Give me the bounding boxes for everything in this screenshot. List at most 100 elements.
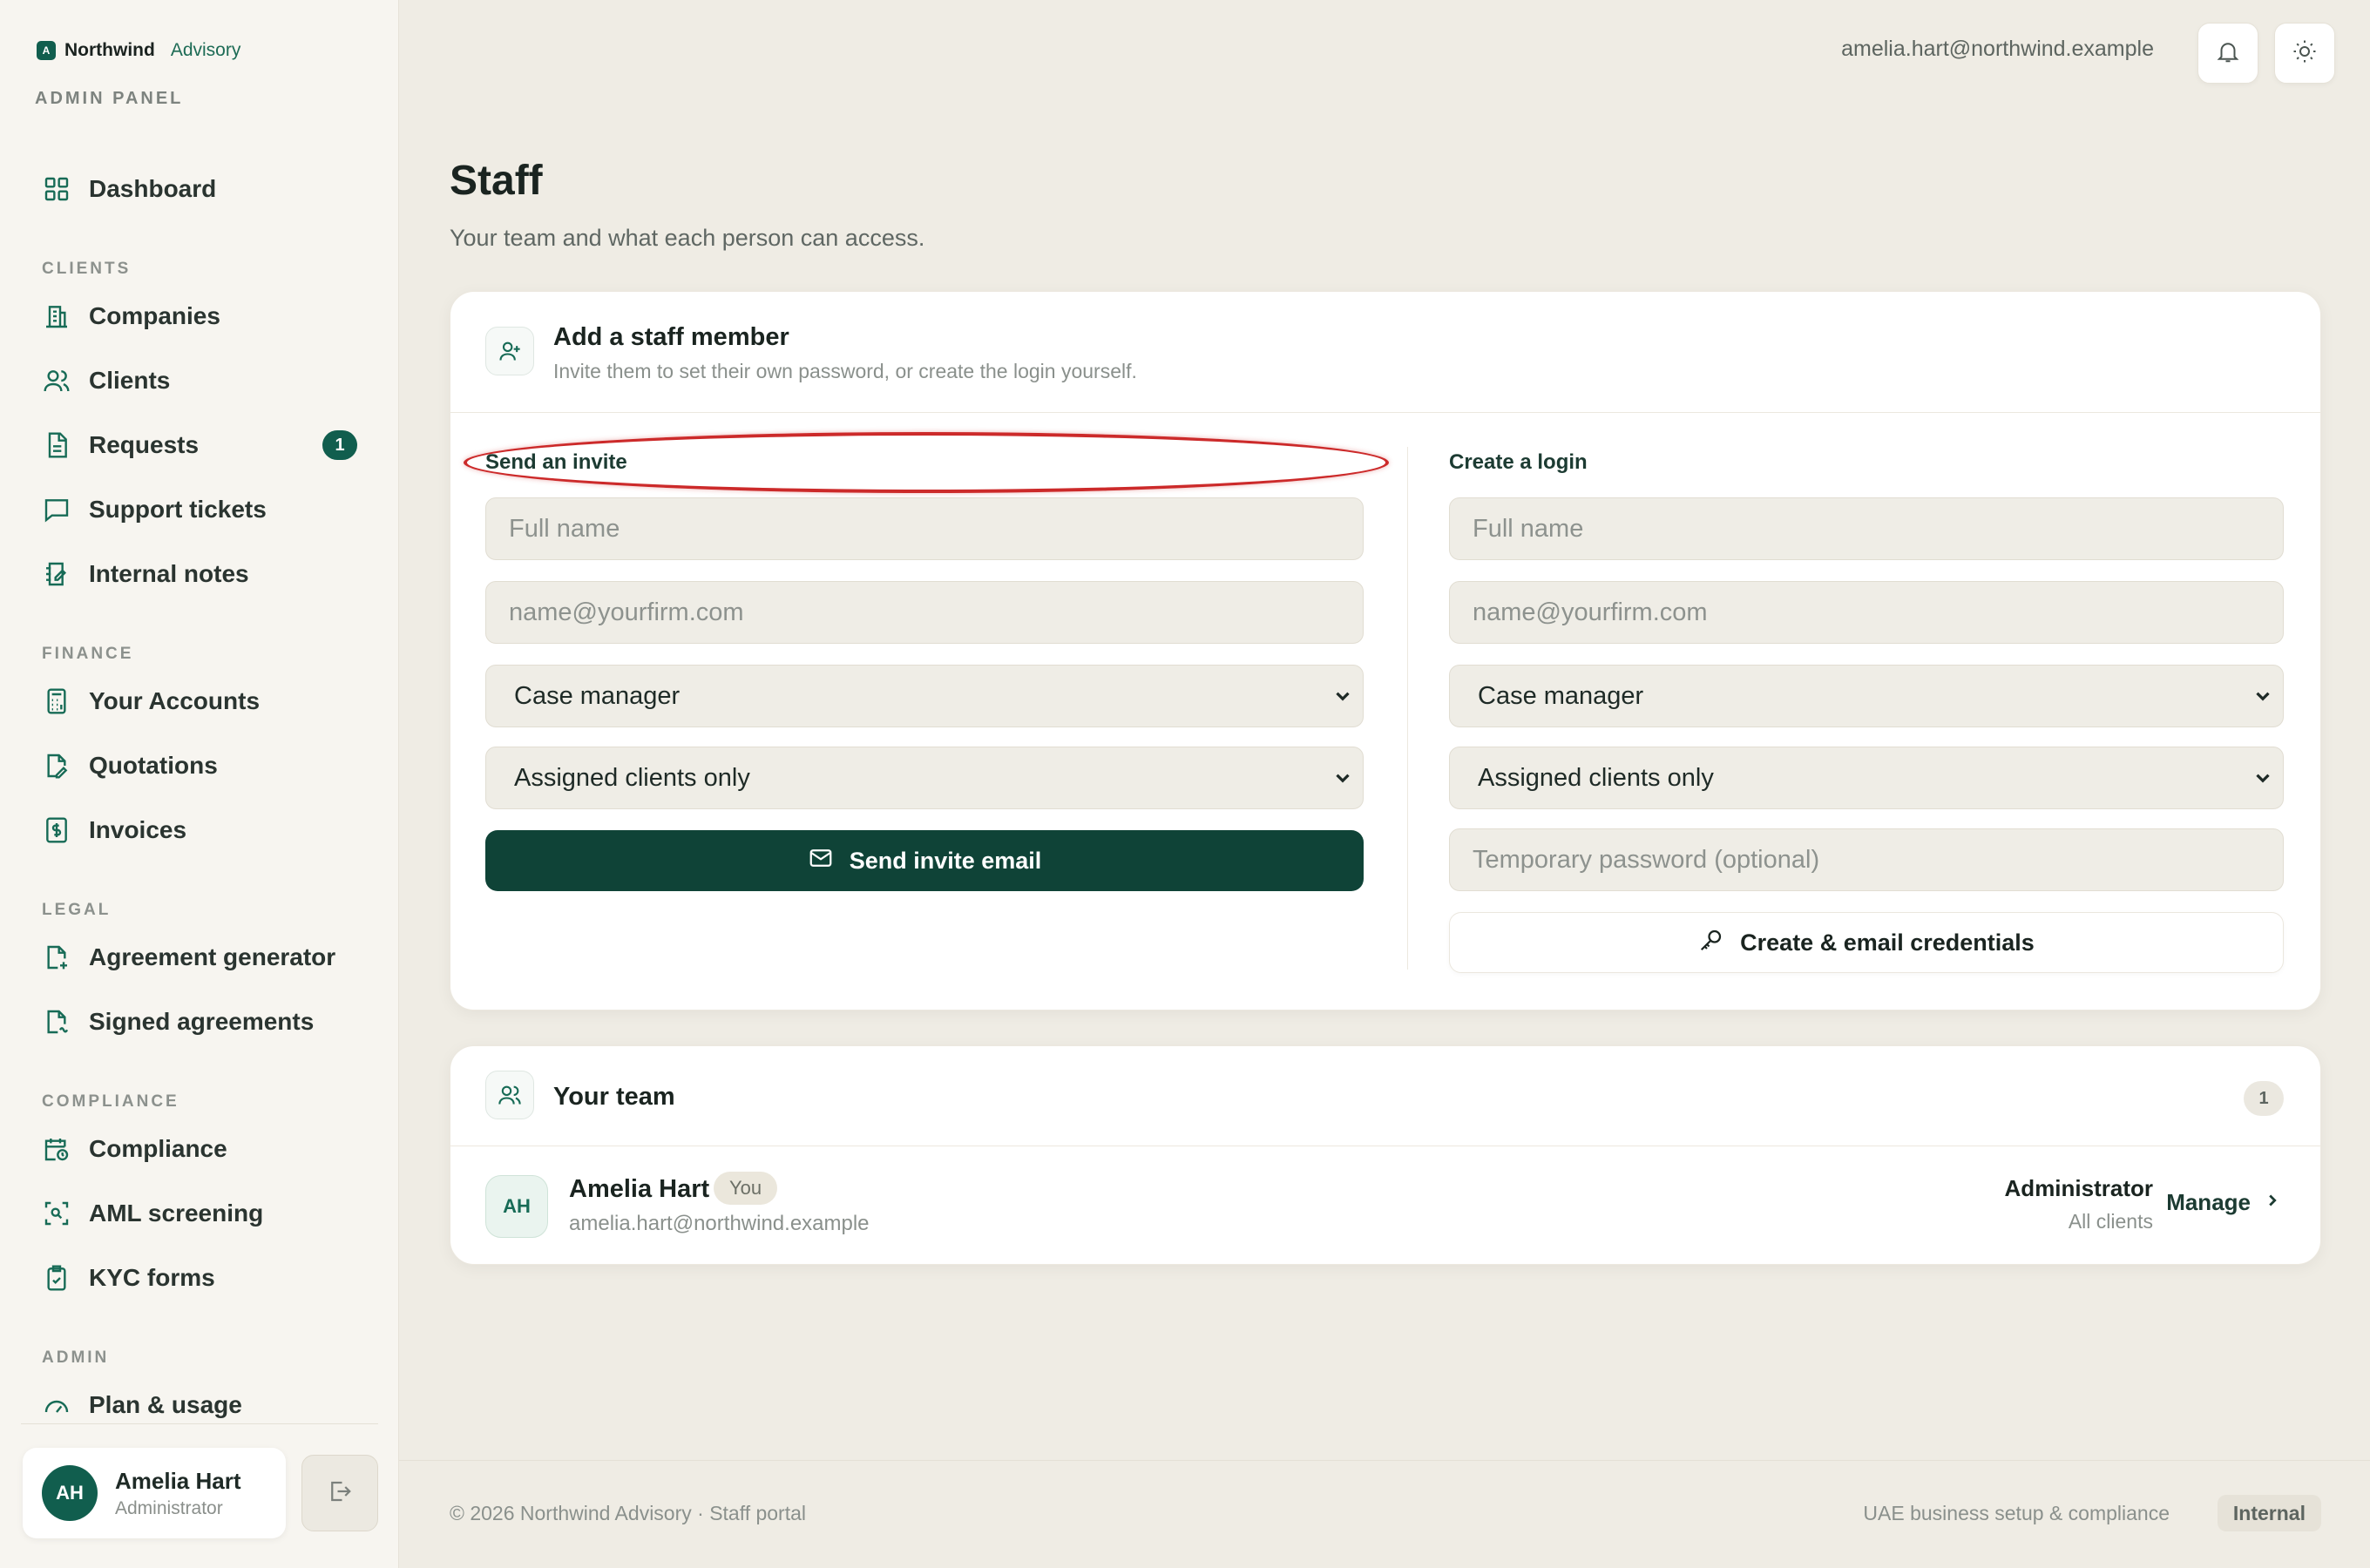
create-full-name-input[interactable] [1449,497,2284,560]
invite-email-input[interactable] [485,581,1364,644]
select-value: Case manager [514,681,681,710]
send-invite-label: Send invite email [849,847,1042,874]
sidebar-item-clients[interactable]: Clients [0,348,399,413]
footer-internal-badge: Internal [2217,1495,2321,1531]
nav-section-finance: FINANCE [42,645,134,663]
sidebar-item-signed-agreements[interactable]: Signed agreements [0,990,399,1054]
sidebar-item-companies[interactable]: Companies [0,284,399,348]
member-name: Amelia Hart [569,1175,710,1203]
invite-full-name-input[interactable] [485,497,1364,560]
select-value: Case manager [1478,681,1644,710]
send-invite-button[interactable]: Send invite email [485,830,1364,891]
sidebar-item-kyc-forms[interactable]: KYC forms [0,1246,399,1310]
you-badge: You [714,1172,778,1205]
logout-icon [327,1478,353,1509]
invite-access-select[interactable]: Assigned clients only [485,747,1364,809]
sidebar-item-dashboard[interactable]: Dashboard [0,157,399,221]
sidebar-item-agreement-generator[interactable]: Agreement generator [0,925,399,990]
sidebar-item-label: Clients [89,367,171,394]
notifications-button[interactable] [2197,23,2258,84]
sidebar: A Northwind Advisory ADMIN PANEL Dashboa… [0,0,399,1568]
gauge-icon [42,1390,71,1420]
sun-icon [2292,38,2318,69]
sidebar-item-label: Invoices [89,816,187,843]
brand-name: Northwind [64,40,155,60]
footer-divider [399,1460,2370,1461]
current-user-card[interactable]: AH Amelia Hart Administrator [23,1448,286,1538]
sidebar-item-invoices[interactable]: Invoices [0,798,399,862]
sidebar-item-label: Requests [89,431,200,458]
sidebar-item-support-tickets[interactable]: Support tickets [0,477,399,542]
scan-icon [42,1199,71,1228]
file-edit-icon [42,751,71,781]
add-staff-title: Add a staff member [553,323,789,351]
signed-in-email: amelia.hart@northwind.example [1841,37,2154,61]
page-subtitle: Your team and what each person can acces… [450,225,925,251]
card-divider [450,412,2320,413]
add-staff-card: Add a staff member Invite them to set th… [450,291,2321,1010]
file-signed-icon [42,1007,71,1037]
select-value: Assigned clients only [514,763,750,792]
users-icon [42,366,71,395]
avatar: AH [485,1175,548,1238]
sidebar-item-label: Internal notes [89,560,249,587]
bell-icon [2215,38,2241,69]
invite-role-select[interactable]: Case manager [485,665,1364,727]
temporary-password-input[interactable] [1449,828,2284,891]
create-access-select[interactable]: Assigned clients only [1449,747,2284,809]
logout-button[interactable] [301,1455,378,1531]
nav-section-admin: ADMIN [42,1348,110,1367]
sidebar-item-label: Your Accounts [89,687,261,714]
chevron-down-icon [1331,767,1354,789]
team-card: Your team 1 AH Amelia Hart You amelia.ha… [450,1045,2321,1265]
create-email-input[interactable] [1449,581,2284,644]
select-value: Assigned clients only [1478,763,1714,792]
sidebar-item-plan-usage[interactable]: Plan & usage [0,1373,399,1437]
avatar: AH [42,1465,98,1521]
sidebar-item-label: Signed agreements [89,1008,315,1035]
manage-label: Manage [2166,1189,2251,1215]
requests-count-badge: 1 [322,430,357,460]
column-divider [1407,447,1408,970]
sidebar-divider [21,1423,378,1424]
sidebar-nav: Dashboard CLIENTS Companies Clients Requ… [0,157,399,1437]
theme-toggle-button[interactable] [2274,23,2335,84]
sidebar-item-label: AML screening [89,1200,264,1227]
page-title: Staff [450,158,543,204]
manage-member-link[interactable]: Manage [2166,1189,2282,1216]
users-icon [485,1071,534,1119]
brand[interactable]: A Northwind Advisory [37,40,240,61]
chat-icon [42,495,71,524]
create-login-heading: Create a login [1449,450,1588,474]
nav-section-legal: LEGAL [42,901,112,919]
sidebar-item-label: Plan & usage [89,1391,242,1418]
sidebar-item-label: KYC forms [89,1264,215,1291]
sidebar-item-quotations[interactable]: Quotations [0,733,399,798]
send-invite-heading: Send an invite [485,450,627,474]
create-credentials-button[interactable]: Create & email credentials [1449,912,2284,973]
building-icon [42,301,71,331]
footer-tagline: UAE business setup & compliance [1863,1502,2170,1524]
invoice-icon [42,815,71,845]
sidebar-item-requests[interactable]: Requests 1 [0,413,399,477]
chevron-down-icon [2252,685,2274,707]
calculator-icon [42,686,71,716]
sidebar-item-label: Companies [89,302,220,329]
create-role-select[interactable]: Case manager [1449,665,2284,727]
admin-panel-label: ADMIN PANEL [35,89,184,108]
brand-logo-icon: A [37,41,56,60]
sidebar-item-label: Compliance [89,1135,227,1162]
team-count-badge: 1 [2244,1081,2284,1116]
sidebar-item-aml-screening[interactable]: AML screening [0,1181,399,1246]
grid-icon [42,174,71,204]
sidebar-item-compliance[interactable]: Compliance [0,1117,399,1181]
user-role: Administrator [115,1497,223,1518]
brand-sub: Advisory [170,40,241,60]
sidebar-item-your-accounts[interactable]: Your Accounts [0,669,399,733]
member-email: amelia.hart@northwind.example [569,1212,870,1235]
add-staff-subtitle: Invite them to set their own password, o… [553,360,1137,382]
footer-copyright: © 2026 Northwind Advisory · Staff portal [450,1502,807,1524]
sidebar-item-internal-notes[interactable]: Internal notes [0,542,399,606]
sidebar-item-label: Dashboard [89,175,217,202]
create-credentials-label: Create & email credentials [1740,929,2035,956]
